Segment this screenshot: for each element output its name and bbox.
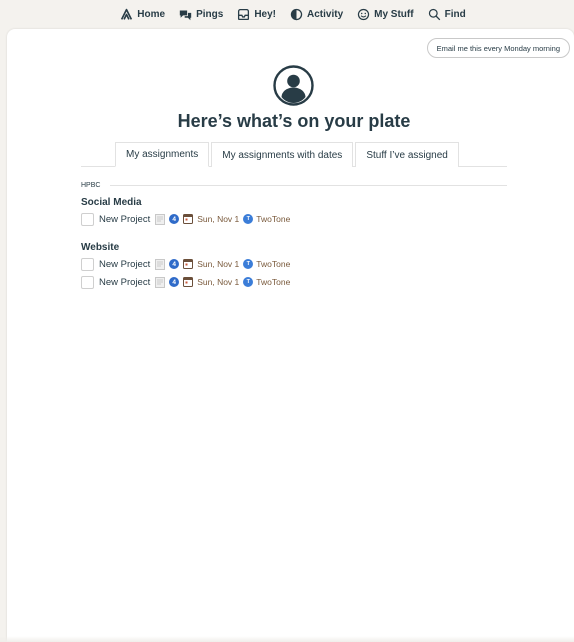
nav-hey-label: Hey! [254,8,277,20]
notes-icon [155,258,166,270]
notes-icon [155,276,166,288]
page-title: Here’s what’s on your plate [177,111,411,131]
todo-checkbox[interactable] [81,257,94,271]
todo-row: New Project 4 Sun, Nov 1 T TwoTone [81,210,507,228]
nav-activity[interactable]: Activity [290,8,343,21]
comment-count-badge[interactable]: 4 [169,214,180,224]
calendar-icon [183,277,194,287]
nav-find-label: Find [444,8,466,20]
list-title[interactable]: Website [81,242,507,255]
assignee-avatar: T [243,277,254,287]
todo-title[interactable]: New Project [99,259,150,270]
assignments-list: HPBC Social Media New Project 4 Sun, Nov… [81,179,507,291]
divider [110,184,507,186]
pings-icon [179,9,192,20]
todo-title[interactable]: New Project [99,214,150,225]
todo-title[interactable]: New Project [99,277,150,288]
hey-icon [238,8,250,20]
todo-checkbox[interactable] [81,212,94,226]
list-title[interactable]: Social Media [81,197,507,210]
tab-stuff-ive-assigned[interactable]: Stuff I’ve assigned [355,142,459,167]
project-group-header: HPBC [81,179,507,191]
nav-pings[interactable]: Pings [179,8,223,21]
assignee-avatar: T [243,214,254,224]
assignee-name[interactable]: TwoTone [256,259,290,269]
due-date: Sun, Nov 1 [197,277,240,287]
assignee-avatar: T [243,259,254,269]
nav-my-stuff[interactable]: My Stuff [357,8,414,21]
nav-home[interactable]: Home [120,8,165,21]
tab-my-assignments[interactable]: My assignments [115,142,210,167]
search-icon [428,8,440,20]
nav-home-label: Home [137,8,166,20]
project-name[interactable]: HPBC [81,182,100,189]
nav-hey[interactable]: Hey! [237,8,276,21]
todo-row: New Project 4 Sun, Nov 1 T TwoTone [81,255,507,273]
due-date: Sun, Nov 1 [197,259,240,269]
my-stuff-icon [357,8,370,20]
top-nav: Home Pings Hey! Activity My Stuff Find [0,0,574,28]
bottom-fade [0,636,574,642]
due-date: Sun, Nov 1 [197,214,240,224]
email-weekly-button[interactable]: Email me this every Monday morning [426,38,570,58]
assignee-name[interactable]: TwoTone [256,277,290,287]
todo-row: New Project 4 Sun, Nov 1 T TwoTone [81,273,507,291]
user-icon [273,65,314,106]
assignee-name[interactable]: TwoTone [256,214,290,224]
assignment-tabs: My assignments My assignments with dates… [81,142,507,167]
comment-count-badge[interactable]: 4 [169,259,180,269]
nav-my-stuff-label: My Stuff [374,8,414,20]
avatar[interactable] [273,65,314,106]
comment-count-badge[interactable]: 4 [169,277,180,287]
todo-checkbox[interactable] [81,275,94,289]
nav-activity-label: Activity [307,8,344,20]
home-icon [121,8,133,20]
notes-icon [155,213,166,225]
tab-my-assignments-with-dates[interactable]: My assignments with dates [211,142,354,167]
activity-icon [290,8,303,20]
calendar-icon [183,259,194,269]
nav-find[interactable]: Find [428,8,466,21]
main-panel: Email me this every Monday morning Here’… [7,29,574,642]
calendar-icon [183,214,194,224]
nav-pings-label: Pings [196,8,224,20]
